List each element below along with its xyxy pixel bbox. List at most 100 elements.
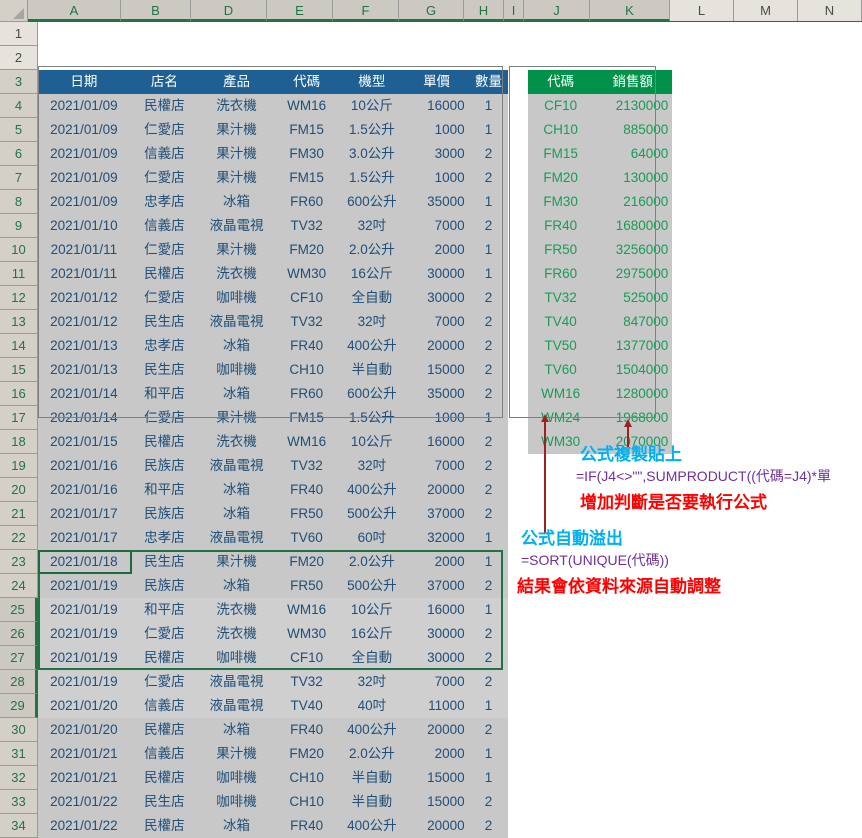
sales-cell-H19[interactable]: 2 xyxy=(468,454,509,478)
summary-cell-J15[interactable]: TV60 xyxy=(528,358,594,382)
sales-cell-D12[interactable]: 咖啡機 xyxy=(198,286,275,310)
cell-M15[interactable] xyxy=(735,358,799,382)
summary-cell-J5[interactable]: CH10 xyxy=(528,118,594,142)
summary-cell-J8[interactable]: FM30 xyxy=(528,190,594,214)
sales-cell-A6[interactable]: 2021/01/09 xyxy=(38,142,130,166)
sales-header-B[interactable]: 店名 xyxy=(129,70,199,94)
cell-N11[interactable] xyxy=(798,262,862,286)
sales-cell-G15[interactable]: 15000 xyxy=(404,358,469,382)
sales-cell-B32[interactable]: 民權店 xyxy=(129,766,199,790)
cell-I2[interactable] xyxy=(508,46,529,70)
sales-cell-D31[interactable]: 果汁機 xyxy=(198,742,275,766)
sales-cell-E24[interactable]: FR50 xyxy=(274,574,340,598)
cell-M12[interactable] xyxy=(735,286,799,310)
sales-cell-F5[interactable]: 1.5公升 xyxy=(339,118,405,142)
sales-cell-D10[interactable]: 果汁機 xyxy=(198,238,275,262)
sales-cell-D11[interactable]: 洗衣機 xyxy=(198,262,275,286)
sales-cell-E34[interactable]: FR40 xyxy=(274,814,340,838)
sales-cell-B29[interactable]: 信義店 xyxy=(129,694,199,718)
cell-N17[interactable] xyxy=(798,406,862,430)
row-header-23[interactable]: 23 xyxy=(0,550,38,574)
cell-K2[interactable] xyxy=(593,46,673,70)
sales-cell-G24[interactable]: 37000 xyxy=(404,574,469,598)
sales-cell-F21[interactable]: 500公升 xyxy=(339,502,405,526)
sales-cell-G16[interactable]: 35000 xyxy=(404,382,469,406)
sales-cell-F25[interactable]: 10公斤 xyxy=(339,598,405,622)
cell-M27[interactable] xyxy=(735,646,799,670)
summary-cell-J12[interactable]: TV32 xyxy=(528,286,594,310)
cell-I18[interactable] xyxy=(508,430,529,454)
row-header-30[interactable]: 30 xyxy=(0,718,38,742)
sales-cell-H6[interactable]: 2 xyxy=(468,142,509,166)
cell-M8[interactable] xyxy=(735,190,799,214)
cell-L25[interactable] xyxy=(672,598,736,622)
cell-N23[interactable] xyxy=(798,550,862,574)
sales-cell-A20[interactable]: 2021/01/16 xyxy=(38,478,130,502)
sales-cell-B30[interactable]: 民權店 xyxy=(129,718,199,742)
cell-I19[interactable] xyxy=(508,454,529,478)
sales-cell-D23[interactable]: 果汁機 xyxy=(198,550,275,574)
summary-cell-K9[interactable]: 1680000 xyxy=(593,214,673,238)
cell-I5[interactable] xyxy=(508,118,529,142)
cell-J34[interactable] xyxy=(528,814,594,838)
sales-cell-F34[interactable]: 400公升 xyxy=(339,814,405,838)
sales-cell-D32[interactable]: 咖啡機 xyxy=(198,766,275,790)
cell-I34[interactable] xyxy=(508,814,529,838)
column-header-k[interactable]: K xyxy=(590,0,670,22)
sales-cell-A9[interactable]: 2021/01/10 xyxy=(38,214,130,238)
sales-cell-G23[interactable]: 2000 xyxy=(404,550,469,574)
sales-header-D[interactable]: 產品 xyxy=(198,70,275,94)
sales-cell-F7[interactable]: 1.5公升 xyxy=(339,166,405,190)
sales-cell-A23[interactable]: 2021/01/18 xyxy=(38,550,130,574)
sales-cell-F13[interactable]: 32吋 xyxy=(339,310,405,334)
sales-cell-E11[interactable]: WM30 xyxy=(274,262,340,286)
column-header-g[interactable]: G xyxy=(399,0,464,22)
sales-cell-G6[interactable]: 3000 xyxy=(404,142,469,166)
cell-M29[interactable] xyxy=(735,694,799,718)
sales-cell-E15[interactable]: CH10 xyxy=(274,358,340,382)
sales-cell-H18[interactable]: 2 xyxy=(468,430,509,454)
cell-L26[interactable] xyxy=(672,622,736,646)
sales-cell-H13[interactable]: 2 xyxy=(468,310,509,334)
sales-cell-H28[interactable]: 2 xyxy=(468,670,509,694)
cell-L7[interactable] xyxy=(672,166,736,190)
row-header-16[interactable]: 16 xyxy=(0,382,38,406)
column-header-j[interactable]: J xyxy=(524,0,590,22)
cell-H2[interactable] xyxy=(468,46,509,70)
cell-N28[interactable] xyxy=(798,670,862,694)
cell-L1[interactable] xyxy=(672,22,736,46)
sales-cell-D20[interactable]: 冰箱 xyxy=(198,478,275,502)
sales-cell-F24[interactable]: 500公升 xyxy=(339,574,405,598)
summary-cell-J10[interactable]: FR50 xyxy=(528,238,594,262)
sales-cell-E28[interactable]: TV32 xyxy=(274,670,340,694)
sales-cell-E14[interactable]: FR40 xyxy=(274,334,340,358)
sales-cell-E9[interactable]: TV32 xyxy=(274,214,340,238)
sales-cell-A17[interactable]: 2021/01/14 xyxy=(38,406,130,430)
sales-cell-B15[interactable]: 民生店 xyxy=(129,358,199,382)
sales-cell-G21[interactable]: 37000 xyxy=(404,502,469,526)
sales-cell-G18[interactable]: 16000 xyxy=(404,430,469,454)
cell-L9[interactable] xyxy=(672,214,736,238)
sales-cell-E32[interactable]: CH10 xyxy=(274,766,340,790)
sales-cell-E13[interactable]: TV32 xyxy=(274,310,340,334)
sales-cell-F6[interactable]: 3.0公升 xyxy=(339,142,405,166)
cell-L28[interactable] xyxy=(672,670,736,694)
cell-I16[interactable] xyxy=(508,382,529,406)
cell-L3[interactable] xyxy=(672,70,736,94)
sales-cell-F33[interactable]: 半自動 xyxy=(339,790,405,814)
sales-cell-A25[interactable]: 2021/01/19 xyxy=(38,598,130,622)
cell-N21[interactable] xyxy=(798,502,862,526)
sales-cell-B31[interactable]: 信義店 xyxy=(129,742,199,766)
sales-cell-E19[interactable]: TV32 xyxy=(274,454,340,478)
sales-cell-A34[interactable]: 2021/01/22 xyxy=(38,814,130,838)
summary-cell-K11[interactable]: 2975000 xyxy=(593,262,673,286)
sales-cell-D16[interactable]: 冰箱 xyxy=(198,382,275,406)
row-header-21[interactable]: 21 xyxy=(0,502,38,526)
row-header-12[interactable]: 12 xyxy=(0,286,38,310)
cell-J25[interactable] xyxy=(528,598,594,622)
sales-cell-G13[interactable]: 7000 xyxy=(404,310,469,334)
sales-cell-H15[interactable]: 2 xyxy=(468,358,509,382)
sales-cell-H8[interactable]: 1 xyxy=(468,190,509,214)
sales-cell-H9[interactable]: 2 xyxy=(468,214,509,238)
row-header-4[interactable]: 4 xyxy=(0,94,38,118)
